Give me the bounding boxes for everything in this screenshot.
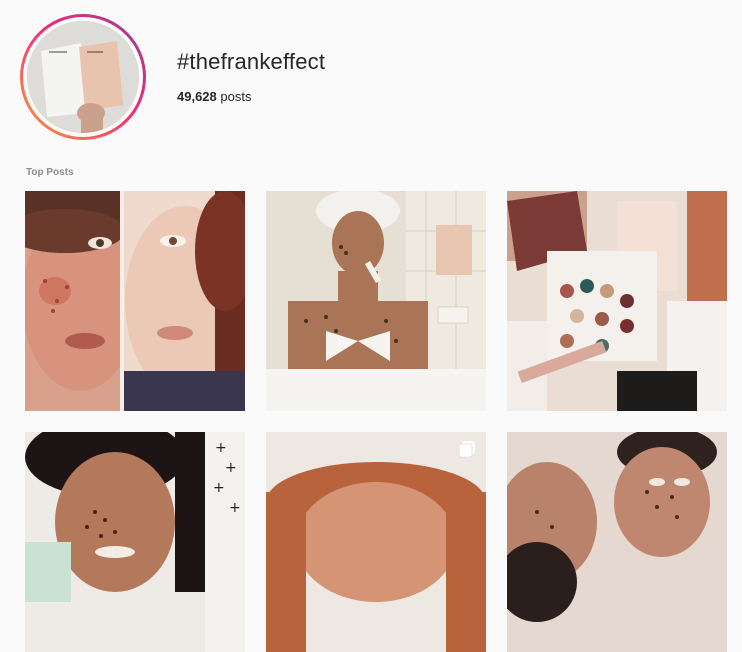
bath-scrub-photo — [266, 191, 486, 411]
svg-text:+: + — [225, 460, 237, 476]
red-hair-photo — [266, 432, 486, 652]
top-posts-label: Top Posts — [26, 167, 74, 178]
svg-text:+: + — [229, 500, 241, 516]
multi-photo-icon — [458, 441, 475, 458]
svg-text:+: + — [213, 480, 225, 496]
hashtag-avatar-ring[interactable] — [20, 14, 146, 140]
post-tile-5[interactable] — [266, 432, 486, 652]
post-tile-4[interactable]: + + + + — [25, 432, 245, 652]
hashtag-title: #thefrankeffect — [177, 49, 326, 74]
post-count: 49,628 posts — [177, 89, 251, 104]
post-count-number: 49,628 — [177, 89, 217, 104]
makeup-products-photo — [507, 191, 727, 411]
hashtag-avatar-image — [27, 21, 139, 133]
coffee-scrub-face-photo: + + + + — [25, 432, 245, 652]
svg-text:+: + — [215, 440, 227, 456]
couple-scrub-photo — [507, 432, 727, 652]
post-tile-6[interactable] — [507, 432, 727, 652]
post-tile-3[interactable] — [507, 191, 727, 411]
post-tile-2[interactable] — [266, 191, 486, 411]
post-count-suffix: posts — [216, 89, 252, 104]
post-tile-1[interactable] — [25, 191, 245, 411]
hashtag-header: #thefrankeffect 49,628 posts — [0, 0, 742, 150]
before-after-acne-photo — [25, 191, 245, 411]
